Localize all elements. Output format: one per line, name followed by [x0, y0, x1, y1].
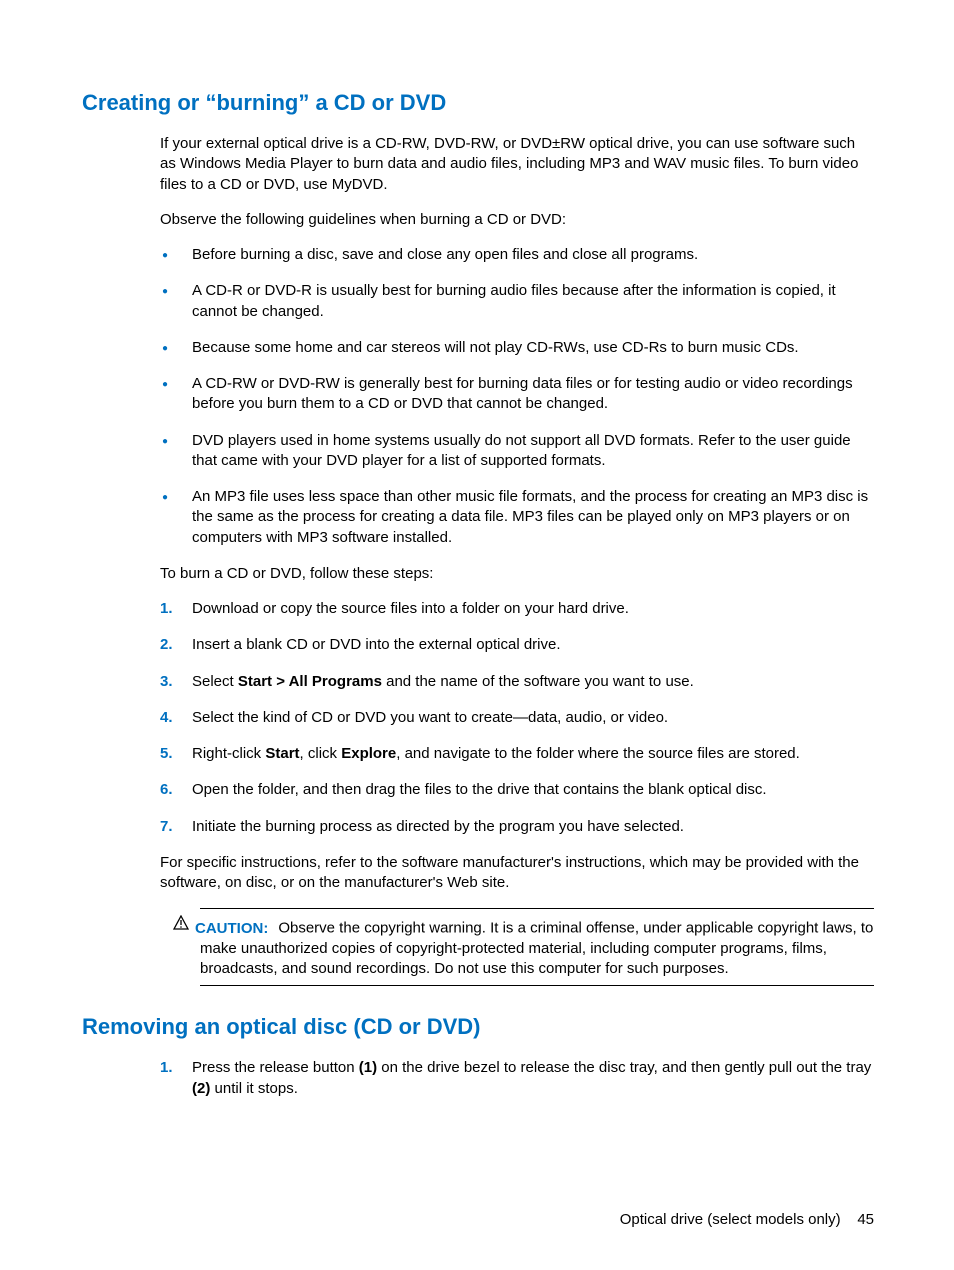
footer-text: Optical drive (select models only): [620, 1211, 841, 1228]
list-item: Download or copy the source files into a…: [160, 599, 874, 619]
caution-text: Observe the copyright warning. It is a c…: [200, 920, 873, 978]
list-item: Open the folder, and then drag the files…: [160, 780, 874, 800]
list-item: Initiate the burning process as directed…: [160, 817, 874, 837]
paragraph-steps-intro: To burn a CD or DVD, follow these steps:: [160, 564, 874, 584]
list-item: Select the kind of CD or DVD you want to…: [160, 708, 874, 728]
heading-removing: Removing an optical disc (CD or DVD): [82, 1014, 874, 1040]
list-item: Right-click Start, click Explore, and na…: [160, 744, 874, 764]
page-footer: Optical drive (select models only) 45: [620, 1211, 874, 1228]
text: Select: [192, 673, 238, 690]
section-body: If your external optical drive is a CD-R…: [160, 134, 874, 893]
list-item: A CD-RW or DVD-RW is generally best for …: [160, 374, 874, 415]
warning-triangle-icon: [173, 915, 189, 936]
document-page: Creating or “burning” a CD or DVD If you…: [0, 0, 954, 1165]
text: Press the release button: [192, 1059, 359, 1076]
bold-text: Start: [265, 745, 299, 762]
bold-text: Start > All Programs: [238, 673, 382, 690]
bold-text: Explore: [341, 745, 396, 762]
section-body: Press the release button (1) on the driv…: [160, 1058, 874, 1099]
list-item: Before burning a disc, save and close an…: [160, 245, 874, 265]
list-item: A CD-R or DVD-R is usually best for burn…: [160, 281, 874, 322]
list-item: Insert a blank CD or DVD into the extern…: [160, 635, 874, 655]
caution-label: CAUTION:: [195, 920, 268, 937]
text: Right-click: [192, 745, 265, 762]
list-item: An MP3 file uses less space than other m…: [160, 487, 874, 548]
bold-text: (2): [192, 1080, 210, 1097]
bold-text: (1): [359, 1059, 377, 1076]
text: , click: [300, 745, 342, 762]
text: until it stops.: [210, 1080, 298, 1097]
paragraph-specific: For specific instructions, refer to the …: [160, 853, 874, 894]
guidelines-list: Before burning a disc, save and close an…: [160, 245, 874, 548]
steps-list: Press the release button (1) on the driv…: [160, 1058, 874, 1099]
list-item: Press the release button (1) on the driv…: [160, 1058, 874, 1099]
text: and the name of the software you want to…: [382, 673, 694, 690]
heading-creating-burning: Creating or “burning” a CD or DVD: [82, 90, 874, 116]
text: on the drive bezel to release the disc t…: [377, 1059, 871, 1076]
text: , and navigate to the folder where the s…: [396, 745, 800, 762]
list-item: DVD players used in home systems usually…: [160, 431, 874, 472]
list-item: Select Start > All Programs and the name…: [160, 672, 874, 692]
list-item: Because some home and car stereos will n…: [160, 338, 874, 358]
paragraph-intro: If your external optical drive is a CD-R…: [160, 134, 874, 195]
caution-block: CAUTION:Observe the copyright warning. I…: [200, 908, 874, 986]
steps-list: Download or copy the source files into a…: [160, 599, 874, 837]
paragraph-observe: Observe the following guidelines when bu…: [160, 210, 874, 230]
page-number: 45: [857, 1211, 874, 1228]
